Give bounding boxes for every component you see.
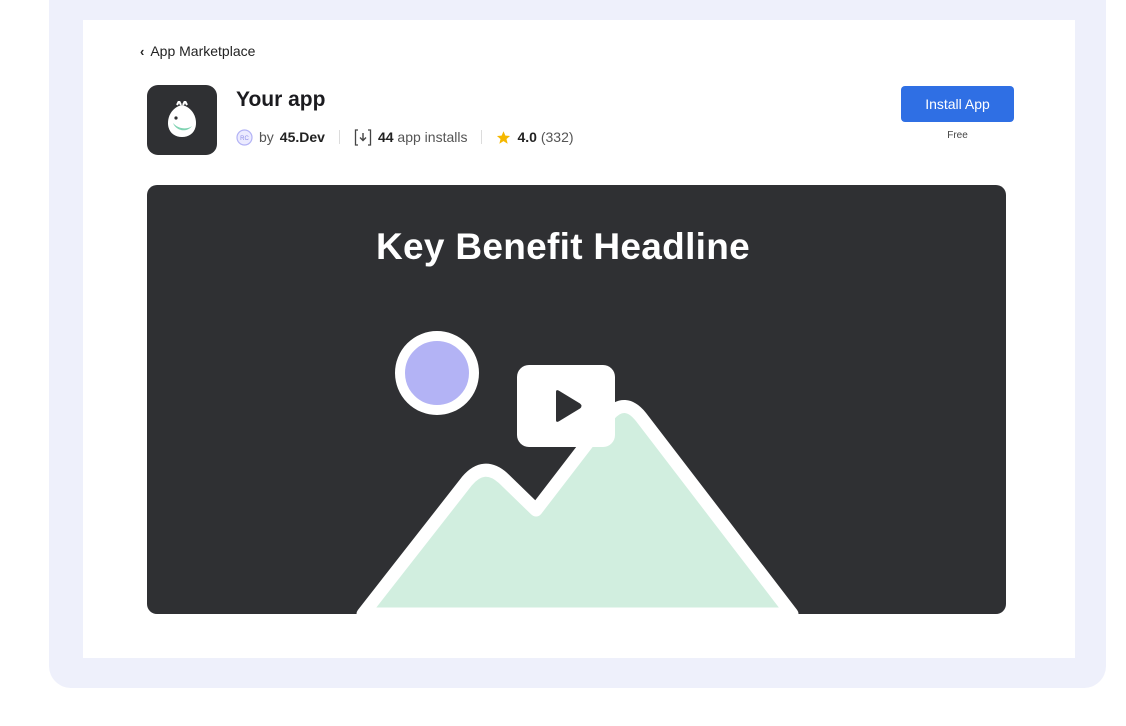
price-label: Free [947,130,968,141]
installs-label: app installs [397,129,468,145]
sun-circle [395,331,479,415]
meta-divider [338,130,340,144]
star-icon [497,130,511,144]
chevron-left-icon: ‹ [140,43,145,59]
play-icon [556,390,582,422]
installs-count: 44 [377,129,394,145]
app-logo [147,85,217,155]
install-app-button[interactable]: Install App [901,86,1014,122]
developer-name[interactable]: 45.Dev [280,129,325,145]
app-mascot-icon [168,101,196,137]
meta-divider [481,130,483,144]
rating-value: 4.0 [517,129,537,145]
back-to-marketplace-link[interactable]: ‹ App Marketplace [140,42,255,60]
rating-info: 4.0 (332) [496,129,574,145]
installs-info: 44 app installs [354,128,468,146]
download-icon [354,128,372,146]
back-link-label: App Marketplace [150,43,256,59]
app-meta-row: RC by 45.Dev 44 app installs 4.0 (332) [236,126,574,148]
developer-info: RC by 45.Dev [236,128,325,146]
play-button[interactable] [517,365,615,447]
svg-text:RC: RC [240,136,249,142]
media-headline: Key Benefit Headline [375,226,751,267]
developer-prefix: by [259,129,274,145]
app-title: Your app [236,88,326,111]
rating-count: (332) [540,129,574,145]
developer-badge-icon: RC [236,128,253,146]
